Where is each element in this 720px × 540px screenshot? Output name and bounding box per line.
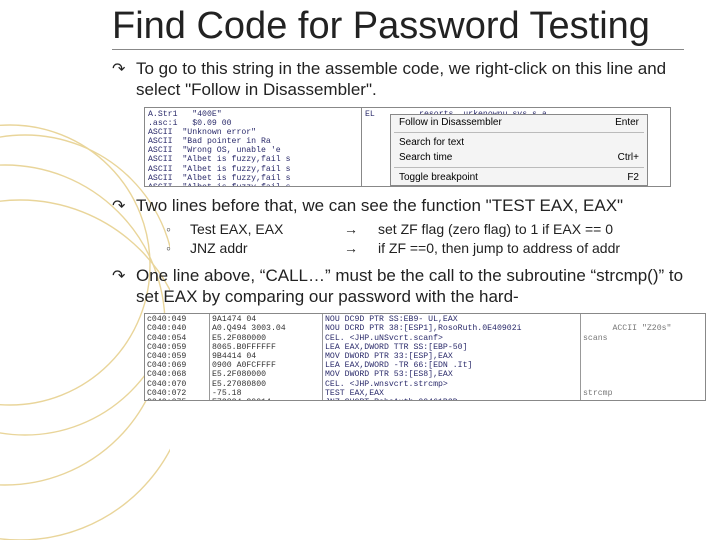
disasm-comment-pane: ACCII "Z20s" scans strcmp ASCII "cu pass… xyxy=(581,314,705,400)
strings-list-pane: A.Str1 "400E" .asc:i $0.09 00 ASCII "Unk… xyxy=(145,108,362,186)
menu-label: Toggle breakpoint xyxy=(399,172,478,183)
bullet-1: ↷ To go to this string in the assemble c… xyxy=(112,58,684,101)
menu-separator xyxy=(394,167,644,168)
disasm-asm-pane: NOU DC9D PTR SS:EB9- UL,EAX NOU DCRD PTR… xyxy=(323,314,581,400)
disasm-hex-pane: 9A1474 04 A0.Q494 3003.04 E5.2F080000 80… xyxy=(210,314,323,400)
sub-lhs: JNZ addr xyxy=(190,240,330,258)
menu-item-search-text[interactable]: Search for text xyxy=(391,135,647,150)
menu-item-toggle-breakpoint[interactable]: Toggle breakpoint F2 xyxy=(391,170,647,185)
disasm-comments-text: ACCII "Z20s" scans strcmp ASCII "cu pass… xyxy=(583,324,705,400)
disasm-address-pane: c040:049 C040:040 C040:054 C040:059 C040… xyxy=(145,314,210,400)
arrow-icon: → xyxy=(344,221,364,239)
menu-accel: Ctrl+ xyxy=(618,152,639,163)
bullet-1-text: To go to this string in the assemble cod… xyxy=(136,59,666,99)
bullet-2-text: Two lines before that, we can see the fu… xyxy=(136,196,623,215)
screenshot-disassembly: c040:049 C040:040 C040:054 C040:059 C040… xyxy=(144,313,706,401)
context-menu: Follow in Disassembler Enter Search for … xyxy=(390,114,648,187)
sub-item-test-eax: ◦ Test EAX, EAX → set ZF flag (zero flag… xyxy=(166,220,684,240)
menu-accel: F2 xyxy=(627,172,639,183)
sub-bullet-icon: ◦ xyxy=(166,221,176,239)
menu-item-follow[interactable]: Follow in Disassembler Enter xyxy=(391,115,647,130)
sub-item-jnz: ◦ JNZ addr → if ZF ==0, then jump to add… xyxy=(166,239,684,259)
menu-accel: Enter xyxy=(615,117,639,128)
bullet-icon: ↷ xyxy=(112,60,125,80)
bullet-3: ↷ One line above, “CALL…” must be the ca… xyxy=(112,265,684,308)
bullet-icon: ↷ xyxy=(112,197,125,217)
sub-lhs: Test EAX, EAX xyxy=(190,221,330,239)
sub-rhs: if ZF ==0, then jump to address of addr xyxy=(378,240,684,258)
sub-bullet-icon: ◦ xyxy=(166,240,176,258)
menu-label: Search time xyxy=(399,152,452,163)
menu-item-search-time[interactable]: Search time Ctrl+ xyxy=(391,150,647,165)
bullet-2: ↷ Two lines before that, we can see the … xyxy=(112,195,684,259)
menu-separator xyxy=(394,132,644,133)
screenshot-strings-context-menu: A.Str1 "400E" .asc:i $0.09 00 ASCII "Unk… xyxy=(144,107,671,187)
menu-label: Follow in Disassembler xyxy=(399,117,502,128)
bullet-3-text: One line above, “CALL…” must be the call… xyxy=(136,266,683,306)
menu-label: Search for text xyxy=(399,137,464,148)
arrow-icon: → xyxy=(344,240,364,258)
slide-title: Find Code for Password Testing xyxy=(112,6,684,50)
bullet-icon: ↷ xyxy=(112,267,125,287)
sub-rhs: set ZF flag (zero flag) to 1 if EAX == 0 xyxy=(378,221,684,239)
